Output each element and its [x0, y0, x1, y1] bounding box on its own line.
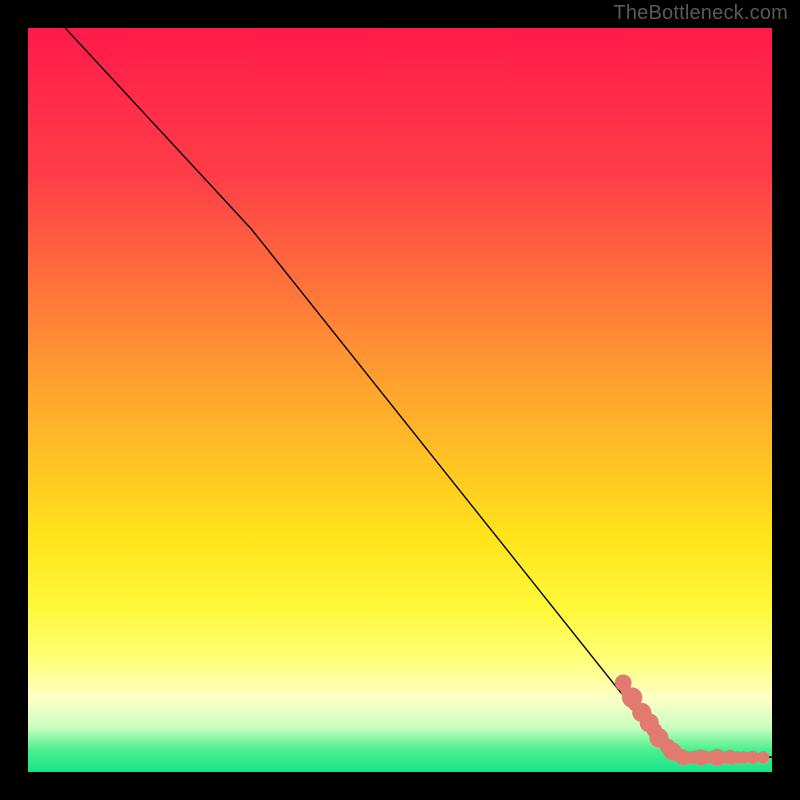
data-point — [757, 751, 769, 763]
chart-overlay — [28, 28, 772, 772]
chart-line-series — [65, 28, 772, 757]
chart-scatter-series — [615, 674, 769, 765]
chart-plot-area — [28, 28, 772, 772]
curve-line — [65, 28, 772, 757]
watermark-text: TheBottleneck.com — [613, 2, 788, 25]
